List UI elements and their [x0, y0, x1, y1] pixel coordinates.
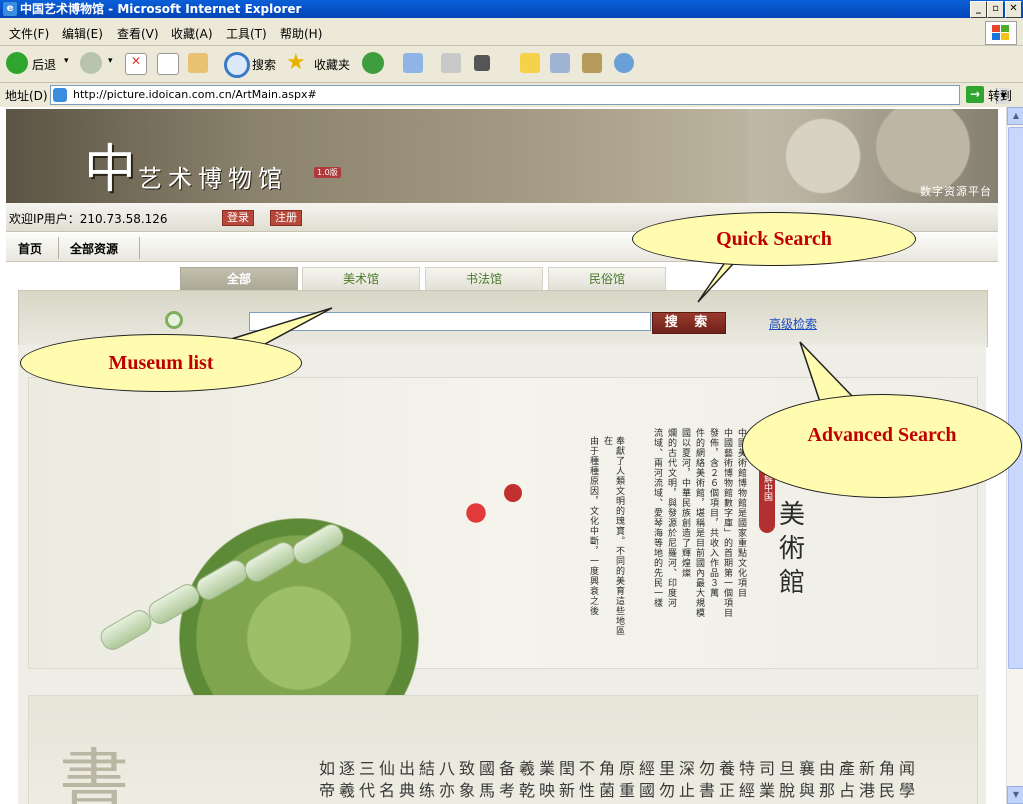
- advanced-search-callout: Advanced Search: [742, 394, 1022, 498]
- quick-search-callout: Quick Search: [632, 212, 916, 266]
- museum-list-callout: Museum list: [20, 334, 302, 392]
